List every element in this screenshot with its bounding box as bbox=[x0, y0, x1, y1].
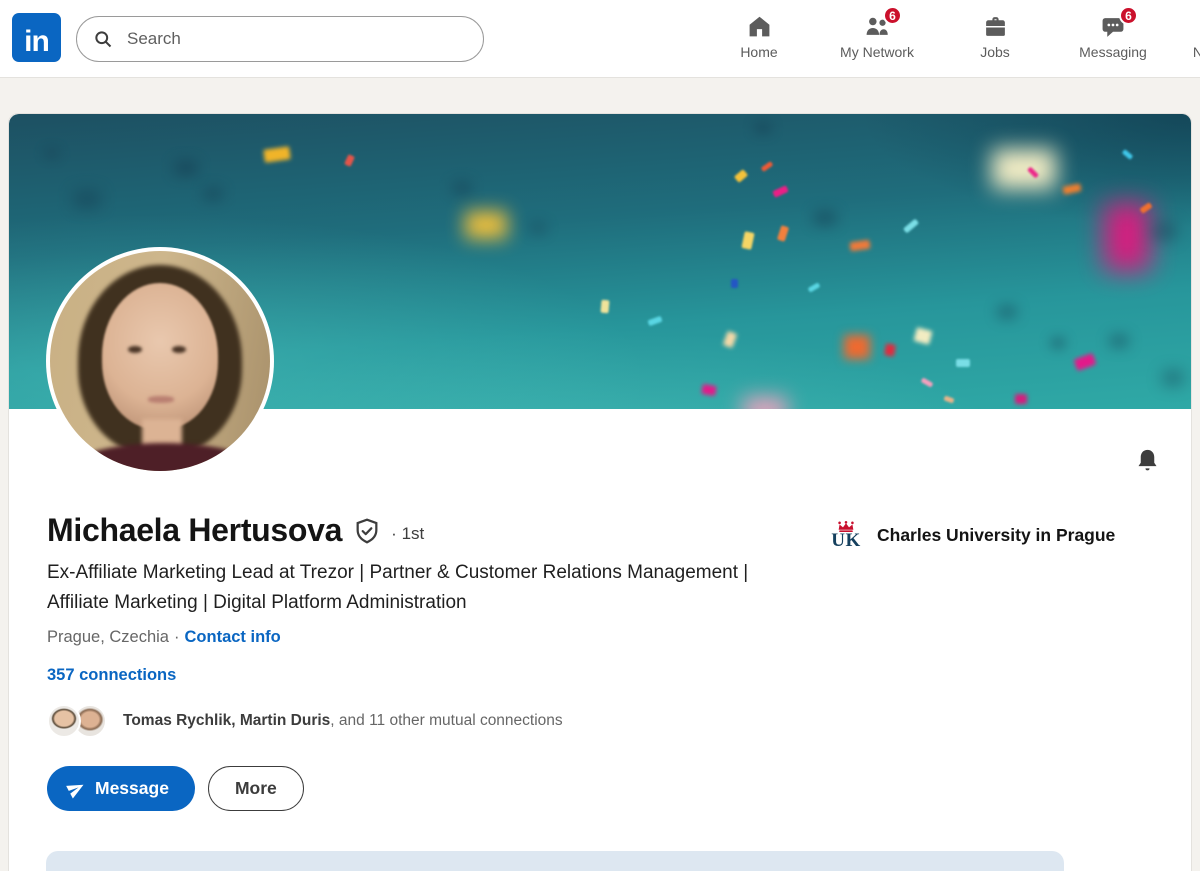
confetti-piece bbox=[903, 219, 919, 234]
jobs-icon bbox=[983, 14, 1008, 39]
profile-card: Michaela Hertusova · 1st Ex-Affiliate Ma… bbox=[8, 113, 1192, 871]
confetti-piece bbox=[453, 182, 471, 194]
confetti-piece bbox=[1152, 223, 1176, 239]
location-row: Prague, Czechia·Contact info bbox=[47, 628, 281, 647]
confetti-piece bbox=[760, 161, 773, 172]
search-icon bbox=[93, 29, 113, 49]
profile-name[interactable]: Michaela Hertusova bbox=[47, 512, 342, 549]
nav-messaging[interactable]: 6 Messaging bbox=[1054, 0, 1172, 78]
my-network-badge: 6 bbox=[883, 6, 902, 25]
nav-messaging-label: Messaging bbox=[1079, 44, 1147, 60]
profile-location: Prague, Czechia bbox=[47, 628, 169, 646]
nav-home-label: Home bbox=[740, 44, 777, 60]
profile-actions: Message More bbox=[47, 766, 304, 811]
confetti-piece bbox=[1073, 353, 1096, 371]
mutual-connections-text: Tomas Rychlik, Martin Duris, and 11 othe… bbox=[123, 712, 563, 730]
confetti-piece bbox=[344, 154, 355, 167]
name-row: Michaela Hertusova · 1st bbox=[47, 512, 424, 549]
confetti-piece bbox=[743, 397, 787, 409]
confetti-piece bbox=[45, 149, 59, 158]
nav-my-network-label: My Network bbox=[840, 44, 914, 60]
confetti-piece bbox=[944, 396, 955, 404]
mutual-connections-row[interactable]: Tomas Rychlik, Martin Duris, and 11 othe… bbox=[47, 704, 563, 738]
confetti-piece bbox=[648, 315, 663, 325]
confetti-piece bbox=[263, 146, 291, 162]
education-row[interactable]: UK Charles University in Prague bbox=[829, 518, 1115, 552]
confetti-piece bbox=[600, 300, 609, 314]
confetti-piece bbox=[723, 331, 738, 349]
confetti-piece bbox=[755, 123, 771, 133]
search-input[interactable] bbox=[127, 29, 469, 49]
notification-bell-button[interactable] bbox=[1127, 440, 1167, 480]
nav-my-network[interactable]: 6 My Network bbox=[818, 0, 936, 78]
confetti-piece bbox=[465, 211, 507, 239]
info-section-box bbox=[46, 851, 1064, 871]
message-button[interactable]: Message bbox=[47, 766, 195, 811]
nav-notifications[interactable]: Notifications bbox=[1172, 0, 1200, 78]
confetti-piece bbox=[808, 282, 821, 292]
confetti-piece bbox=[814, 211, 836, 225]
confetti-piece bbox=[1015, 394, 1027, 404]
charles-university-logo: UK bbox=[829, 518, 863, 552]
send-icon bbox=[64, 776, 90, 802]
top-navigation: in Home 6 My bbox=[0, 0, 1200, 78]
connection-degree: · 1st bbox=[391, 518, 424, 544]
nav-home[interactable]: Home bbox=[700, 0, 818, 78]
nav-jobs-label: Jobs bbox=[980, 44, 1010, 60]
confetti-piece bbox=[998, 306, 1016, 318]
profile-headline: Ex-Affiliate Marketing Lead at Trezor | … bbox=[47, 558, 795, 618]
confetti-piece bbox=[956, 359, 970, 367]
confetti-piece bbox=[74, 191, 100, 207]
confetti-piece bbox=[1051, 338, 1065, 348]
confetti-piece bbox=[731, 279, 738, 288]
search-box[interactable] bbox=[76, 16, 484, 62]
nav-notifications-label: Notifications bbox=[1193, 44, 1200, 60]
messaging-badge: 6 bbox=[1119, 6, 1138, 25]
confetti-piece bbox=[1110, 335, 1128, 347]
home-icon bbox=[747, 14, 772, 39]
confetti-piece bbox=[1062, 183, 1081, 195]
confetti-piece bbox=[776, 225, 788, 242]
confetti-piece bbox=[1122, 149, 1134, 160]
confetti-piece bbox=[1163, 371, 1183, 385]
mutual-avatars bbox=[47, 704, 109, 738]
confetti-piece bbox=[844, 335, 870, 359]
confetti-piece bbox=[734, 169, 748, 183]
mutual-avatar-1 bbox=[47, 704, 81, 738]
confetti-piece bbox=[204, 188, 222, 200]
profile-photo-image bbox=[50, 251, 270, 471]
more-button[interactable]: More bbox=[208, 766, 304, 811]
education-name: Charles University in Prague bbox=[877, 525, 1115, 546]
confetti-piece bbox=[741, 231, 754, 250]
linkedin-logo[interactable]: in bbox=[12, 13, 61, 62]
confetti-piece bbox=[992, 149, 1056, 189]
nav-jobs[interactable]: Jobs bbox=[936, 0, 1054, 78]
profile-photo[interactable] bbox=[46, 247, 274, 475]
confetti-piece bbox=[530, 223, 546, 233]
uk-logo-text: UK bbox=[831, 531, 861, 550]
confetti-piece bbox=[884, 343, 896, 357]
bell-icon bbox=[1134, 447, 1161, 474]
verified-shield-icon[interactable] bbox=[353, 517, 381, 545]
confetti-piece bbox=[772, 185, 789, 198]
nav-items: Home 6 My Network Jobs bbox=[700, 0, 1200, 78]
confetti-piece bbox=[849, 239, 870, 251]
confetti-piece bbox=[920, 377, 933, 387]
connections-link[interactable]: 357 connections bbox=[47, 666, 176, 684]
confetti-piece bbox=[175, 161, 197, 175]
confetti-piece bbox=[913, 328, 932, 346]
confetti-piece bbox=[701, 384, 717, 396]
contact-info-link[interactable]: Contact info bbox=[185, 628, 281, 646]
